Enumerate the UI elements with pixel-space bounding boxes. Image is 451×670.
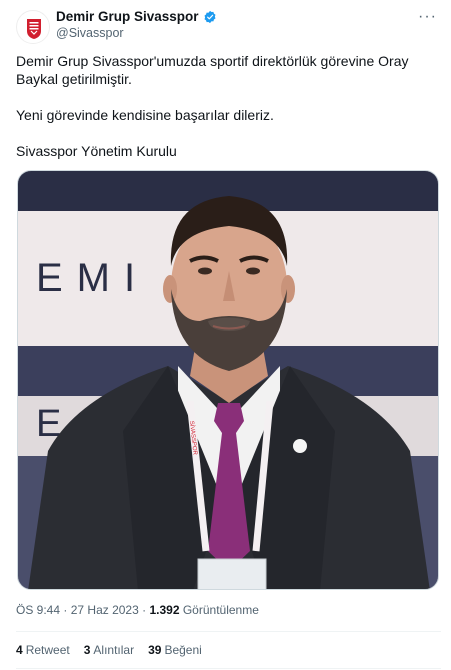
tweet-photo[interactable]: EMI AC E SİVASSPOR xyxy=(17,170,439,590)
tweet-paragraph-announcement: Demir Grup Sivasspor'umuzda sportif dire… xyxy=(16,53,409,87)
tweet-paragraph-signature: Sivasspor Yönetim Kurulu xyxy=(16,143,177,159)
account-handle[interactable]: @Sivasspor xyxy=(56,25,217,42)
tweet-date[interactable]: 27 Haz 2023 xyxy=(71,603,139,617)
tweet-container: Demir Grup Sivasspor @Sivasspor ··· Demi… xyxy=(0,0,451,670)
retweet-stat[interactable]: 4 Retweet xyxy=(16,643,70,657)
quote-label: Alıntılar xyxy=(93,643,135,657)
avatar[interactable] xyxy=(16,10,50,44)
views-label: Görüntülenme xyxy=(182,603,259,617)
tweet-header: Demir Grup Sivasspor @Sivasspor ··· xyxy=(16,8,441,48)
tweet-time[interactable]: ÖS 9:44 xyxy=(16,603,60,617)
like-label: Beğeni xyxy=(164,643,202,657)
divider xyxy=(16,631,441,632)
divider xyxy=(16,668,441,669)
like-stat[interactable]: 39 Beğeni xyxy=(148,643,202,657)
tweet-paragraph-wishes: Yeni görevinde kendisine başarılar diler… xyxy=(16,107,274,123)
quote-count: 3 xyxy=(83,643,91,657)
views-count: 1.392 xyxy=(149,603,180,617)
tweet-meta: ÖS 9:44 · 27 Haz 2023 · 1.392 Görüntülen… xyxy=(16,603,259,617)
account-info: Demir Grup Sivasspor @Sivasspor xyxy=(56,8,217,42)
display-name[interactable]: Demir Grup Sivasspor xyxy=(56,8,199,25)
meta-separator: · xyxy=(63,603,68,617)
retweet-label: Retweet xyxy=(25,643,70,657)
meta-separator: · xyxy=(142,603,147,617)
retweet-count: 4 xyxy=(16,643,23,657)
tweet-stats: 4 Retweet 3 Alıntılar 39 Beğeni xyxy=(16,643,202,657)
quote-stat[interactable]: 3 Alıntılar xyxy=(84,643,134,657)
sivasspor-logo-icon xyxy=(18,12,49,43)
more-options-icon[interactable]: ··· xyxy=(418,8,437,26)
like-count: 39 xyxy=(148,643,162,657)
verified-badge-icon xyxy=(204,10,216,23)
portrait-photo: EMI AC E SİVASSPOR xyxy=(18,171,438,589)
